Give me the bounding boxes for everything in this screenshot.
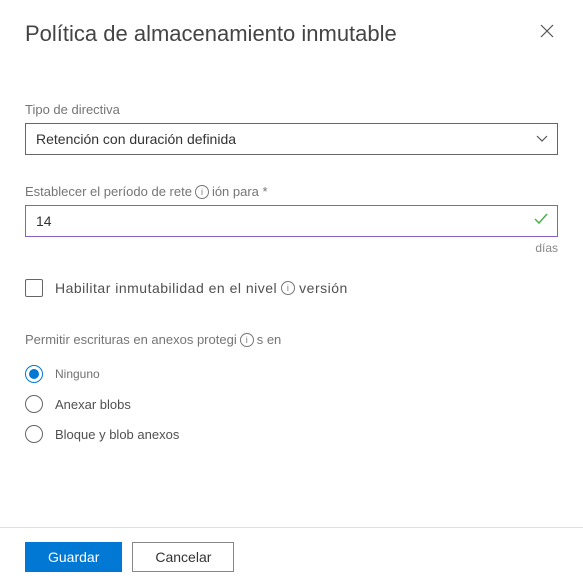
close-button[interactable] <box>536 20 558 47</box>
append-writes-label: Permitir escrituras en anexos protegiis … <box>25 332 281 347</box>
version-immutability-label: Habilitar inmutabilidad en el nivel i ve… <box>55 280 348 296</box>
panel-title: Política de almacenamiento inmutable <box>25 21 397 47</box>
info-icon[interactable]: i <box>240 333 254 347</box>
radio-icon <box>25 365 43 383</box>
radio-option-append[interactable]: Anexar blobs <box>25 395 558 413</box>
policy-type-select[interactable]: Retención con duración definida <box>25 123 558 155</box>
policy-type-value: Retención con duración definida <box>36 131 236 147</box>
radio-label: Anexar blobs <box>55 397 131 412</box>
version-immutability-checkbox[interactable] <box>25 279 43 297</box>
cancel-button[interactable]: Cancelar <box>132 542 234 572</box>
radio-option-block[interactable]: Bloque y blob anexos <box>25 425 558 443</box>
radio-label: Ninguno <box>55 367 100 381</box>
checkmark-icon <box>534 212 548 230</box>
close-icon <box>540 24 554 38</box>
info-icon[interactable]: i <box>281 281 295 295</box>
radio-label: Bloque y blob anexos <box>55 427 179 442</box>
retention-label: Establecer el período de reteiión para * <box>25 184 268 199</box>
radio-icon <box>25 395 43 413</box>
info-icon[interactable]: i <box>195 185 209 199</box>
retention-unit: días <box>25 241 558 255</box>
retention-input[interactable] <box>25 205 558 237</box>
policy-type-label: Tipo de directiva <box>25 102 558 117</box>
radio-option-none[interactable]: Ninguno <box>25 365 558 383</box>
save-button[interactable]: Guardar <box>25 542 122 572</box>
radio-icon <box>25 425 43 443</box>
